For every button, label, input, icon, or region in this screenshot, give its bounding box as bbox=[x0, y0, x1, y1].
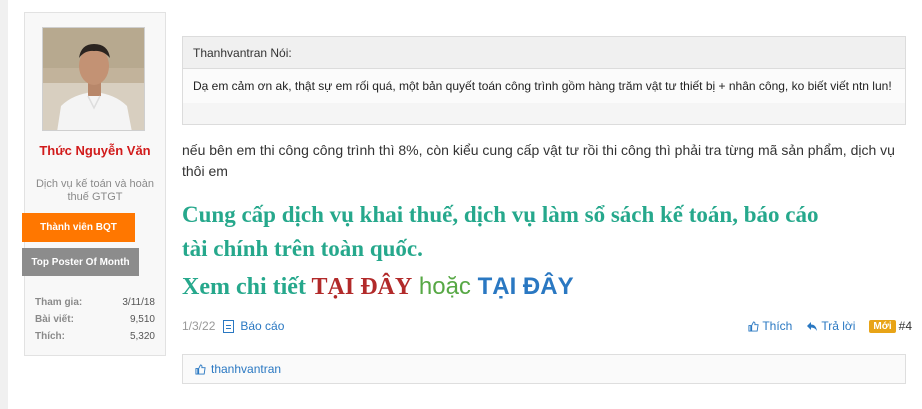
stat-label: Bài viết: bbox=[35, 314, 74, 325]
signature-line-2: tài chính trên toàn quốc. bbox=[182, 236, 423, 261]
post-date[interactable]: 1/3/22 bbox=[182, 319, 215, 333]
banner-top-poster: Top Poster Of Month bbox=[22, 248, 139, 276]
stat-value: 5,320 bbox=[129, 331, 155, 342]
post-meta: 1/3/22 Báo cáo Thích Trả lời Mới #4 bbox=[182, 316, 912, 336]
username[interactable]: Thức Nguyễn Văn bbox=[25, 143, 165, 158]
user-panel: Thức Nguyễn Văn Dịch vụ kế toán và hoàn … bbox=[22, 12, 166, 356]
user-stats: Tham gia: 3/11/18 Bài viết: 9,510 Thích:… bbox=[35, 294, 155, 345]
thumbs-up-icon bbox=[748, 320, 759, 332]
quote-author[interactable]: Thanhvantran Nói: bbox=[183, 37, 905, 69]
banner-staff: Thành viên BQT bbox=[22, 213, 135, 242]
page: Thức Nguyễn Văn Dịch vụ kế toán và hoàn … bbox=[8, 0, 922, 409]
report-icon bbox=[223, 319, 235, 333]
likes-bar: thanhvantran bbox=[182, 354, 906, 384]
quote-block: Thanhvantran Nói: Dạ em cảm ơn ak, thật … bbox=[182, 36, 906, 125]
thumbs-up-icon bbox=[195, 363, 206, 375]
stat-label: Thích: bbox=[35, 331, 65, 342]
report-link[interactable]: Báo cáo bbox=[223, 319, 284, 333]
stat-posts: Bài viết: 9,510 bbox=[35, 311, 155, 328]
stat-value: 3/11/18 bbox=[122, 297, 155, 308]
signature-or: hoặc bbox=[412, 273, 478, 300]
message-text: nếu bên em thi công công trình thì 8%, c… bbox=[182, 142, 895, 179]
stat-value[interactable]: 9,510 bbox=[130, 314, 155, 325]
quote-text: Dạ em cảm ơn ak, thật sự em rối quá, một… bbox=[183, 69, 905, 103]
like-button[interactable]: Thích bbox=[748, 319, 792, 333]
post-number[interactable]: #4 bbox=[899, 319, 912, 333]
stat-likes: Thích: 5,320 bbox=[35, 328, 155, 345]
user-title: Dịch vụ kế toán và hoàn thuế GTGT bbox=[35, 178, 155, 203]
like-label: Thích bbox=[762, 319, 793, 333]
reply-icon bbox=[807, 321, 818, 331]
signature-line-1: Cung cấp dịch vụ khai thuế, dịch vụ làm … bbox=[182, 202, 819, 227]
stat-joined: Tham gia: 3/11/18 bbox=[35, 294, 155, 311]
stat-label: Tham gia: bbox=[35, 297, 83, 308]
likes-user-link[interactable]: thanhvantran bbox=[211, 362, 281, 376]
signature-link-1[interactable]: TẠI ĐÂY bbox=[312, 274, 413, 300]
report-label: Báo cáo bbox=[240, 319, 285, 333]
avatar[interactable] bbox=[42, 27, 145, 131]
new-badge: Mới bbox=[869, 319, 896, 333]
signature-line-3: Xem chi tiết TẠI ĐÂY hoặc TẠI ĐÂY bbox=[182, 270, 574, 304]
reply-label: Trả lời bbox=[821, 319, 856, 333]
reply-button[interactable]: Trả lời bbox=[806, 319, 855, 333]
post-actions: Thích Trả lời Mới #4 bbox=[748, 319, 912, 333]
signature-link-2[interactable]: TẠI ĐÂY bbox=[478, 273, 574, 300]
signature-lead: Xem chi tiết bbox=[182, 274, 312, 300]
